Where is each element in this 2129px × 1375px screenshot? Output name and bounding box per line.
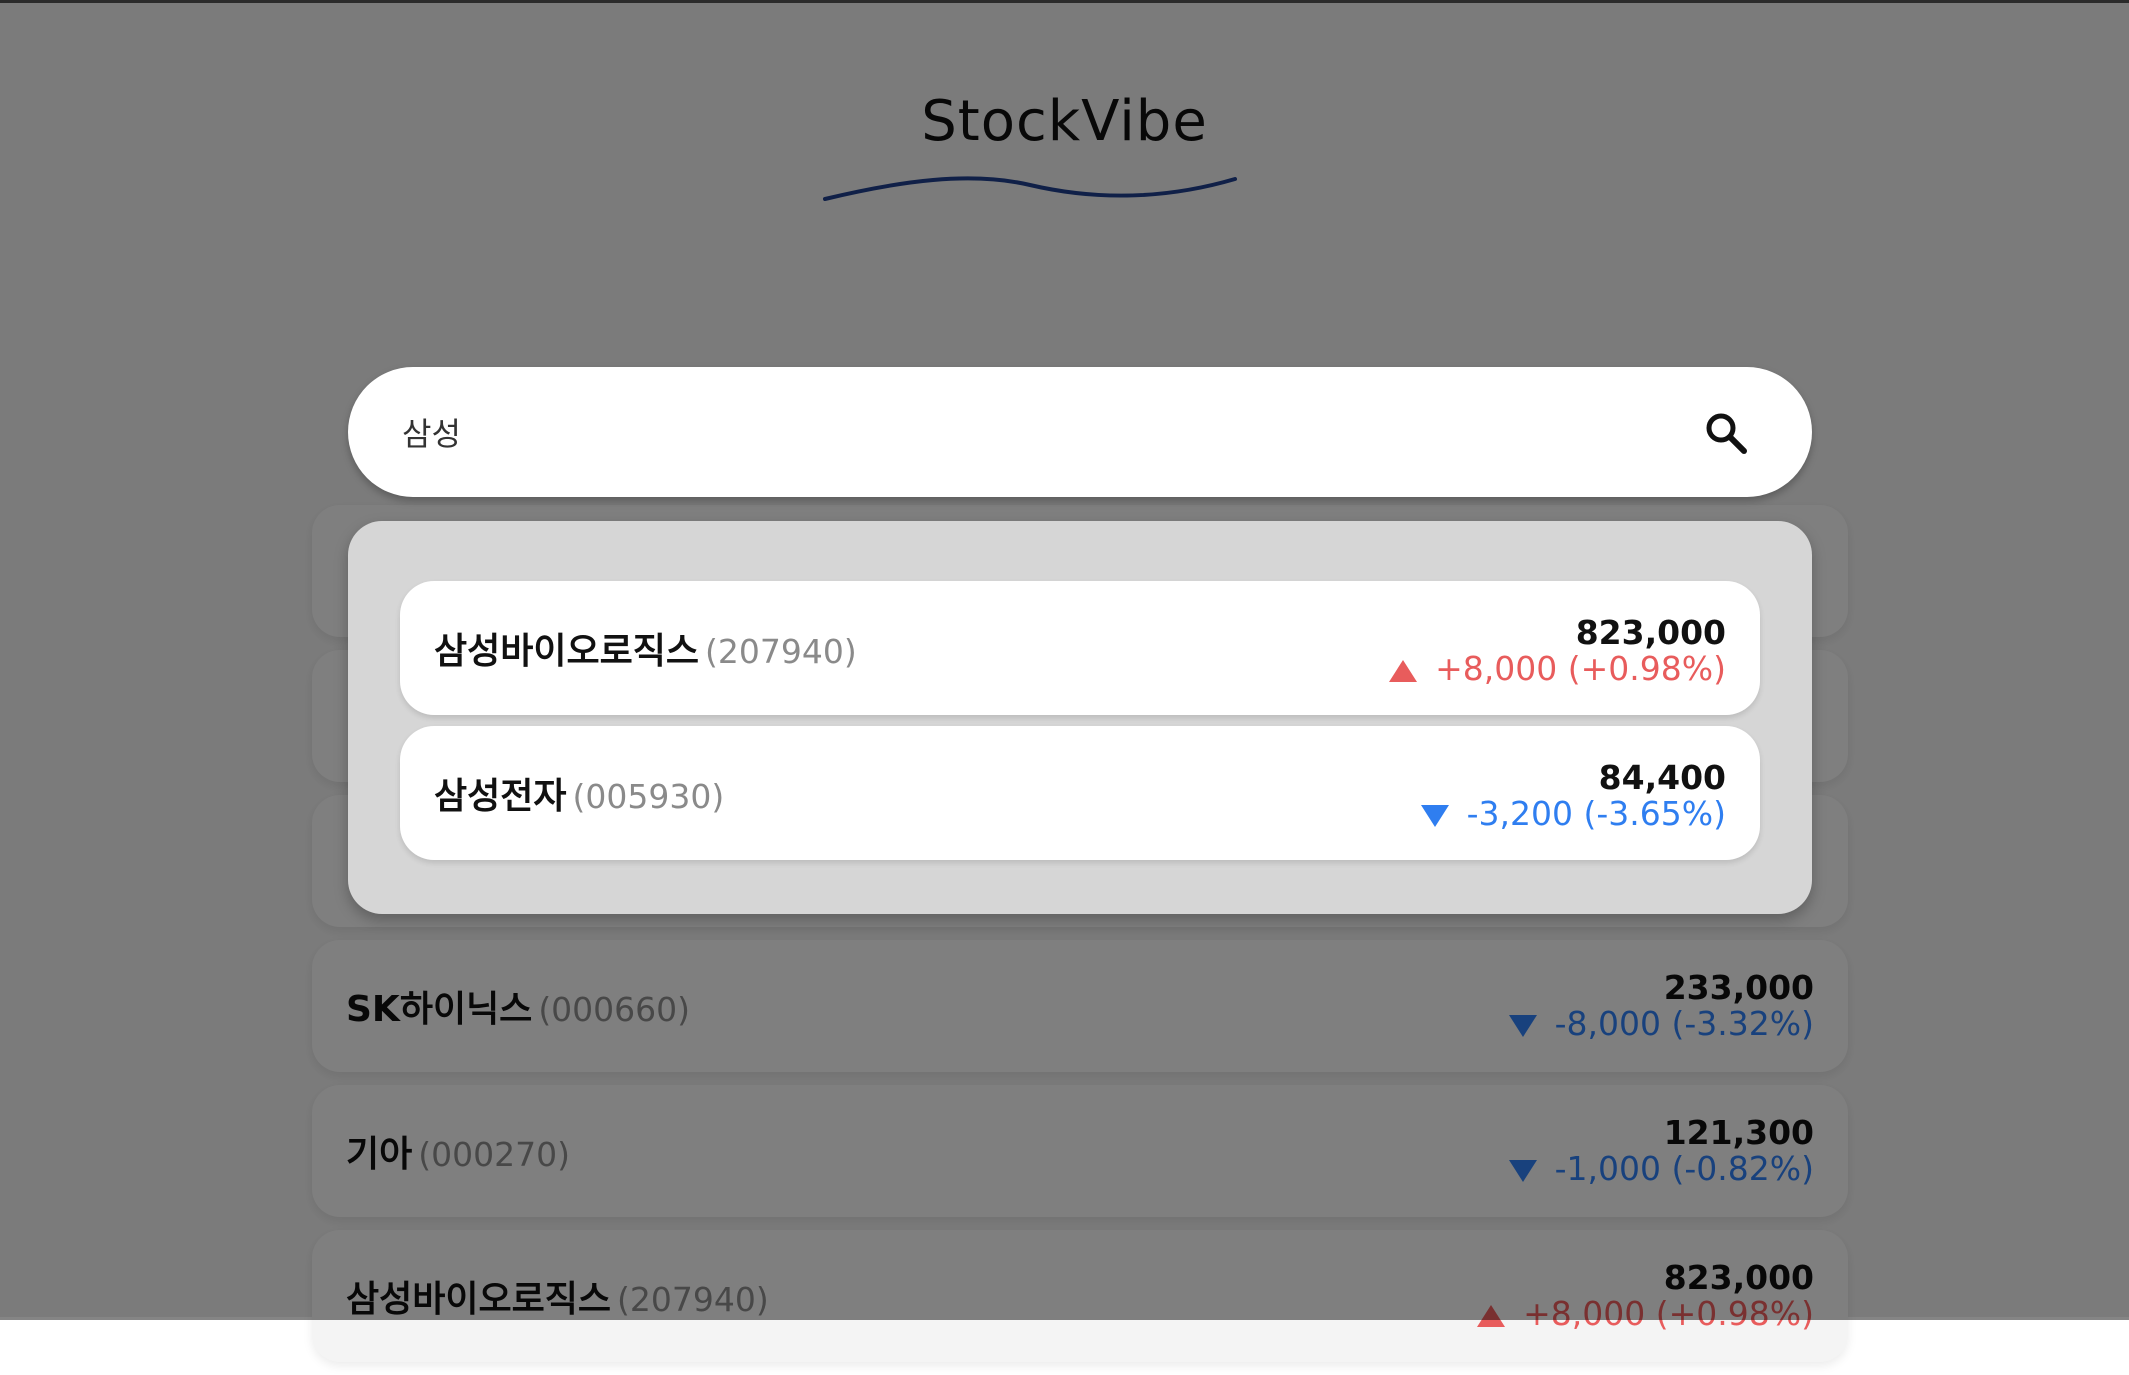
- stock-name: 삼성바이오로직스 (207940): [434, 631, 857, 672]
- stock-code: (207940): [704, 632, 857, 671]
- stock-quote: 84,400 -3,200 (-3.65%): [1420, 758, 1726, 832]
- suggestion-item[interactable]: 삼성전자 (005930) 84,400 -3,200 (-3.65%): [400, 726, 1760, 860]
- stock-code: (005930): [572, 777, 725, 816]
- stock-name: 삼성전자 (005930): [434, 776, 725, 817]
- page: StockVibe SK하이닉스 (000660) 233,000 -8,000 …: [0, 0, 2129, 1362]
- stock-price: 84,400: [1598, 758, 1726, 797]
- search-suggestions: 삼성바이오로직스 (207940) 823,000 +8,000 (+0.98%)…: [348, 521, 1812, 914]
- suggestion-item[interactable]: 삼성바이오로직스 (207940) 823,000 +8,000 (+0.98%): [400, 581, 1760, 715]
- stock-quote: 823,000 +8,000 (+0.98%): [1389, 615, 1726, 687]
- search-bar[interactable]: [348, 367, 1812, 497]
- search-input[interactable]: [402, 402, 1652, 462]
- stock-price: 823,000: [1575, 613, 1726, 652]
- search-icon[interactable]: [1702, 409, 1750, 457]
- triangle-up-icon: [1389, 660, 1418, 682]
- stock-change: +8,000 (+0.98%): [1389, 651, 1726, 687]
- stock-change: -3,200 (-3.65%): [1420, 796, 1726, 832]
- triangle-down-icon: [1420, 805, 1449, 827]
